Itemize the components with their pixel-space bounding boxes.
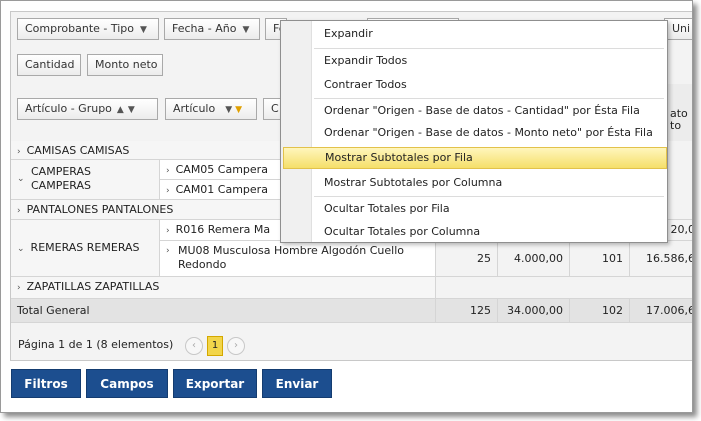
menu-item-ordenar-cantidad[interactable]: Ordenar "Origen - Base de datos - Cantid…: [281, 100, 667, 122]
sort-asc-icon[interactable]: ▲: [117, 105, 124, 115]
expand-icon[interactable]: ›: [17, 206, 21, 216]
sort-desc-icon[interactable]: ▼: [225, 105, 232, 115]
campos-button[interactable]: Campos: [86, 369, 168, 398]
field-label: Artículo: [173, 102, 216, 115]
row-header-total: Total General: [11, 299, 436, 323]
data-area: [436, 277, 692, 299]
prev-page-button[interactable]: ‹: [185, 337, 203, 355]
expand-icon[interactable]: ›: [17, 147, 21, 157]
menu-item-contraer-todos[interactable]: Contraer Todos: [281, 74, 667, 96]
value-cell: 102: [570, 299, 630, 323]
menu-separator: [314, 196, 664, 197]
value-cell: 20,0: [670, 223, 693, 236]
menu-item-expandir-todos[interactable]: Expandir Todos: [281, 50, 667, 72]
value-cell: 17.006,6: [630, 299, 692, 323]
menu-item-ocultar-totales-fila[interactable]: Ocultar Totales por Fila: [281, 198, 667, 220]
field-label: Fecha - Año: [172, 22, 237, 35]
menu-item-expandir[interactable]: Expandir: [281, 23, 667, 45]
field-label: Monto neto: [95, 58, 158, 71]
pager-summary: Página 1 de 1 (8 elementos): [18, 338, 174, 351]
row-header-mu08[interactable]: › MU08 Musculosa Hombre Algodón Cuello R…: [160, 241, 436, 277]
menu-separator: [314, 98, 664, 99]
expand-icon[interactable]: ›: [166, 226, 170, 236]
row-field-articulo[interactable]: Artículo ▼ ▼: [165, 98, 257, 120]
collapse-icon[interactable]: ⌄: [17, 244, 25, 254]
collapse-icon[interactable]: ⌄: [17, 172, 25, 186]
expand-icon[interactable]: ›: [17, 283, 21, 293]
field-label: Cantidad: [25, 58, 75, 71]
context-menu: Expandir Expandir Todos Contraer Todos O…: [280, 20, 668, 243]
menu-item-mostrar-subtotales-columna[interactable]: Mostrar Subtotales por Columna: [281, 172, 667, 194]
value-cell: 25: [436, 241, 498, 277]
pager: Página 1 de 1 (8 elementos) ‹ 1 ›: [11, 330, 692, 360]
menu-item-mostrar-subtotales-fila[interactable]: Mostrar Subtotales por Fila: [283, 147, 667, 169]
field-label: Artículo - Grupo: [25, 102, 112, 115]
data-field-cantidad[interactable]: Cantidad: [17, 54, 81, 76]
value-cell: 34.000,00: [498, 299, 570, 323]
filter-icon[interactable]: ▼: [128, 105, 135, 115]
data-field-monto-neto[interactable]: Monto neto: [87, 54, 163, 76]
filter-icon[interactable]: ▼: [242, 25, 249, 35]
row-field-articulo-grupo[interactable]: Artículo - Grupo ▲ ▼: [17, 98, 158, 120]
pivot-grid-window: Comprobante - Tipo▼ Fecha - Año▼ Fe Uni …: [0, 0, 693, 413]
current-page-button[interactable]: 1: [207, 336, 223, 356]
value-cell: 101: [570, 241, 630, 277]
enviar-button[interactable]: Enviar: [262, 369, 332, 398]
row-header-camperas[interactable]: ⌄ CAMPERAS CAMPERAS: [11, 160, 160, 200]
menu-item-ocultar-totales-columna[interactable]: Ocultar Totales por Columna: [281, 221, 667, 243]
filter-field-comprobante-tipo[interactable]: Comprobante - Tipo ▼: [17, 18, 159, 40]
value-cell: 125: [436, 299, 498, 323]
filter-active-icon[interactable]: ▼: [235, 105, 242, 115]
filtros-button[interactable]: Filtros: [11, 369, 81, 398]
expand-icon[interactable]: ›: [166, 244, 170, 258]
expand-icon[interactable]: ›: [166, 186, 170, 196]
filter-field-fecha-anio[interactable]: Fecha - Año ▼: [164, 18, 260, 40]
menu-item-ordenar-monto-neto[interactable]: Ordenar "Origen - Base de datos - Monto …: [281, 122, 667, 144]
filter-icon[interactable]: ▼: [140, 25, 147, 35]
next-page-button[interactable]: ›: [227, 337, 245, 355]
column-header-label: ato to: [670, 107, 688, 132]
field-label: C: [271, 102, 279, 115]
row-header-zapatillas[interactable]: › ZAPATILLAS ZAPATILLAS: [11, 277, 436, 299]
field-label: Uni: [672, 22, 691, 35]
filter-field-unidad[interactable]: Uni: [664, 18, 692, 40]
expand-icon[interactable]: ›: [166, 166, 170, 176]
value-cell: 4.000,00: [498, 241, 570, 277]
menu-separator: [314, 48, 664, 49]
row-header-remeras[interactable]: ⌄ REMERAS REMERAS: [11, 220, 160, 277]
exportar-button[interactable]: Exportar: [173, 369, 257, 398]
value-cell: 16.586,6: [630, 241, 692, 277]
field-label: Comprobante - Tipo: [25, 22, 135, 35]
